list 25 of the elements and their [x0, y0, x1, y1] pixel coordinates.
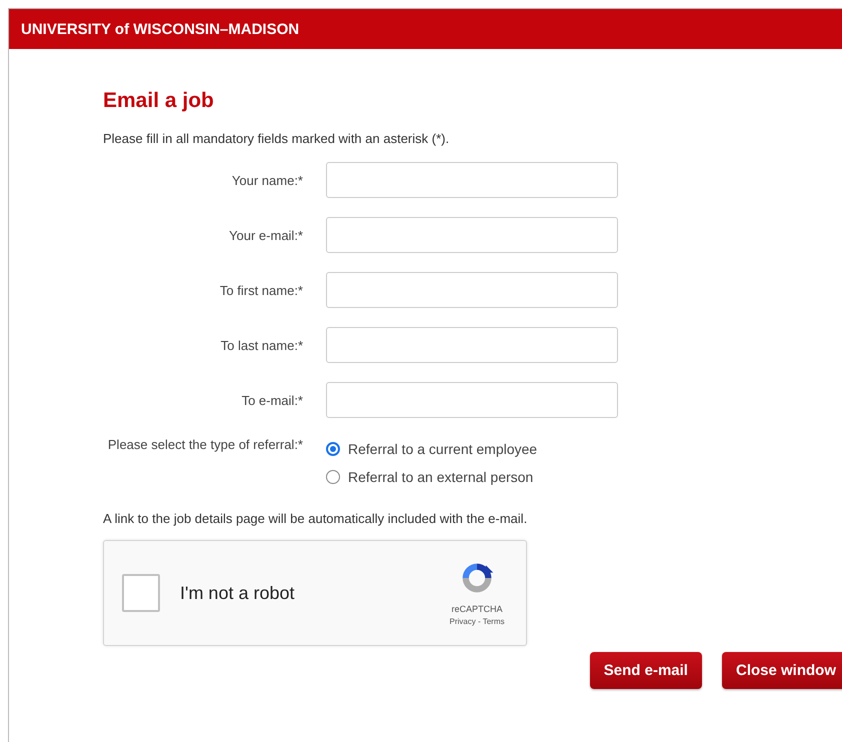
field-label: To first name:*	[218, 282, 303, 298]
field-label: To e-mail:*	[240, 392, 303, 408]
instructions-text: Please fill in all mandatory fields marked with an asterisk (*).	[103, 131, 450, 146]
radio-button[interactable]	[326, 470, 340, 484]
action-button[interactable]: Close window	[722, 652, 842, 689]
text-field[interactable]	[326, 162, 618, 198]
captcha-links[interactable]: Privacy - Terms	[450, 617, 504, 626]
field-label: To last name:*	[220, 338, 303, 352]
text-field[interactable]	[326, 272, 618, 308]
field-label: Please select the type of referral:*	[106, 436, 303, 454]
text-field[interactable]	[326, 327, 618, 363]
text-field[interactable]	[326, 382, 618, 418]
captcha-checkbox[interactable]	[122, 574, 160, 612]
captcha-brand: reCAPTCHA	[451, 604, 502, 614]
field-label: Your e-mail:*	[228, 228, 303, 242]
site-title: UNIVERSITY of WISCONSIN–MADISON	[21, 20, 300, 38]
radio-button[interactable]	[326, 442, 340, 456]
field-label: Your name:*	[230, 172, 303, 188]
radio-label[interactable]: Referral to a current employee	[348, 441, 538, 457]
action-button[interactable]: Send e-mail	[590, 652, 702, 689]
captcha-label: I'm not a robot	[180, 582, 296, 604]
text-field[interactable]	[326, 217, 618, 253]
radio-label[interactable]: Referral to an external person	[348, 469, 534, 485]
page-heading: Email a job	[103, 89, 215, 113]
note-text: A link to the job details page will be automatically included with the e-mail.	[103, 511, 528, 526]
